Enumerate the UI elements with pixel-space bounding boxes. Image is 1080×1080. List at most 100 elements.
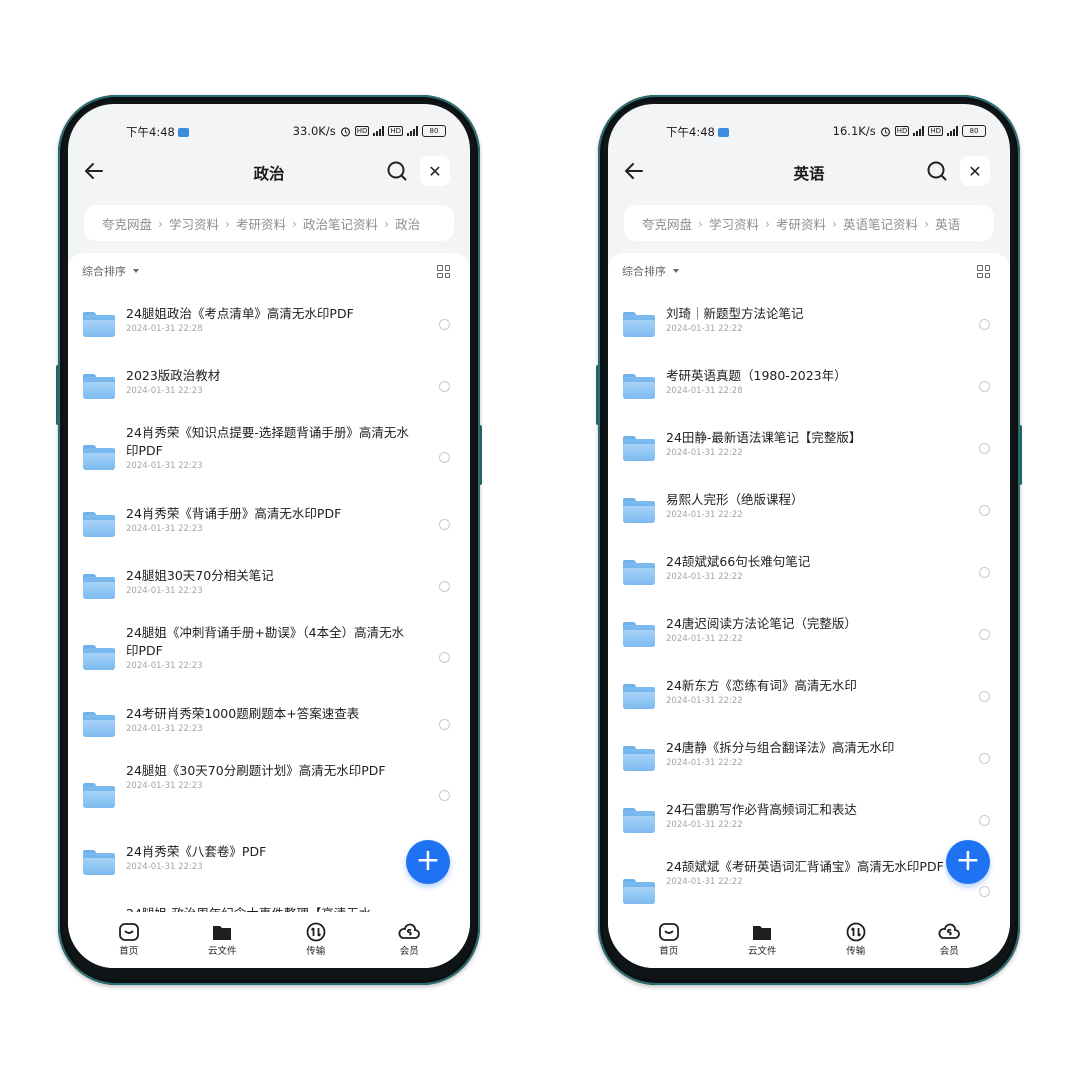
select-radio[interactable]: [979, 814, 990, 826]
battery-icon: 80: [422, 125, 446, 137]
select-radio[interactable]: [439, 789, 450, 801]
close-button[interactable]: ✕: [960, 156, 990, 186]
file-text: 24肖秀荣《背诵手册》高清无水印PDF 2024-01-31 22:23: [126, 505, 414, 534]
file-date: 2024-01-31 22:22: [666, 758, 743, 768]
file-text: 24颉斌斌《考研英语词汇背诵宝》高清无水印PDF 2024-01-31 22:2…: [666, 858, 954, 887]
nav-label: 传输: [306, 946, 326, 957]
list-item[interactable]: 考研英语真题（1980-2023年） 2024-01-31 22:28: [608, 357, 1010, 414]
folder-icon: [83, 644, 115, 670]
select-radio[interactable]: [439, 651, 450, 663]
folder-icon: [83, 373, 115, 399]
select-radio[interactable]: [979, 752, 990, 764]
select-radio[interactable]: [979, 380, 990, 392]
grid-view-icon[interactable]: [437, 265, 450, 278]
folder-icon: [623, 807, 655, 833]
nav-item[interactable]: 传输: [826, 912, 886, 968]
file-name: 24肖秀荣《八套卷》PDF: [126, 844, 267, 859]
list-item[interactable]: 24颉斌斌66句长难句笔记 2024-01-31 22:22: [608, 543, 1010, 600]
nav-label: 首页: [659, 946, 679, 957]
select-radio[interactable]: [439, 518, 450, 530]
folder-icon: [83, 311, 115, 337]
add-button[interactable]: +: [406, 840, 450, 884]
file-date: 2024-01-31 22:23: [126, 724, 203, 734]
search-icon[interactable]: [926, 160, 948, 182]
close-button[interactable]: ✕: [420, 156, 450, 186]
select-radio[interactable]: [439, 451, 450, 463]
breadcrumb-item[interactable]: 学习资料: [169, 214, 219, 233]
breadcrumb-item[interactable]: 政治笔记资料: [303, 214, 378, 233]
file-name: 24石雷鹏写作必背高频词汇和表达: [666, 802, 857, 817]
caret-down-icon: [673, 269, 679, 273]
file-name: 考研英语真题（1980-2023年）: [666, 368, 847, 383]
select-radio[interactable]: [979, 504, 990, 516]
sort-dropdown[interactable]: 综合排序: [82, 265, 139, 278]
select-radio[interactable]: [979, 690, 990, 702]
nav-item[interactable]: 会员: [919, 912, 979, 968]
breadcrumb-item[interactable]: 夸克网盘: [102, 214, 152, 233]
breadcrumb-item[interactable]: 英语笔记资料: [843, 214, 918, 233]
signal-icon: [407, 126, 418, 136]
grid-view-icon[interactable]: [977, 265, 990, 278]
list-item[interactable]: 24田静-最新语法课笔记【完整版】 2024-01-31 22:22: [608, 419, 1010, 476]
list-item[interactable]: 24唐迟阅读方法论笔记（完整版） 2024-01-31 22:22: [608, 605, 1010, 662]
select-radio[interactable]: [979, 566, 990, 578]
select-radio[interactable]: [439, 718, 450, 730]
breadcrumb: 夸克网盘 › 学习资料 › 考研资料 › 英语笔记资料 › 英语: [624, 205, 994, 241]
file-list-panel: 综合排序 24腿姐政治《考点清单》高清无水印PDF 2024-01-31 22:…: [68, 253, 470, 968]
nav-item[interactable]: 云文件: [732, 912, 792, 968]
list-item[interactable]: 24石雷鹏写作必背高频词汇和表达 2024-01-31 22:22: [608, 791, 1010, 848]
select-radio[interactable]: [439, 318, 450, 330]
list-item[interactable]: 24新东方《恋练有词》高清无水印 2024-01-31 22:22: [608, 667, 1010, 724]
select-radio[interactable]: [439, 580, 450, 592]
nav-item[interactable]: 会员: [379, 912, 439, 968]
file-text: 24腿姐30天70分相关笔记 2024-01-31 22:23: [126, 567, 414, 596]
nav-item[interactable]: 首页: [99, 912, 159, 968]
list-item[interactable]: 2023版政治教材 2024-01-31 22:23: [68, 357, 470, 414]
file-text: 24新东方《恋练有词》高清无水印 2024-01-31 22:22: [666, 677, 954, 706]
breadcrumb-item[interactable]: 考研资料: [236, 214, 286, 233]
folder-icon: [623, 683, 655, 709]
add-button[interactable]: +: [946, 840, 990, 884]
breadcrumb-item[interactable]: 考研资料: [776, 214, 826, 233]
search-icon[interactable]: [386, 160, 408, 182]
list-item[interactable]: 24肖秀荣《背诵手册》高清无水印PDF 2024-01-31 22:23: [68, 495, 470, 552]
breadcrumb-item[interactable]: 政治: [395, 214, 420, 233]
page-title: 政治: [253, 165, 285, 183]
list-item[interactable]: 24腿姐《冲刺背诵手册+勘误》（4本全）高清无水印PDF 2024-01-31 …: [68, 619, 470, 694]
list-item[interactable]: 24唐静《拆分与组合翻译法》高清无水印 2024-01-31 22:22: [608, 729, 1010, 786]
home-icon: [118, 922, 140, 942]
file-name: 24新东方《恋练有词》高清无水印: [666, 678, 857, 693]
list-item[interactable]: 24腿姐30天70分相关笔记 2024-01-31 22:23: [68, 557, 470, 614]
folder-icon: [623, 878, 655, 904]
file-name: 24腿姐政治《考点清单》高清无水印PDF: [126, 306, 354, 321]
select-radio[interactable]: [979, 885, 990, 897]
select-radio[interactable]: [979, 628, 990, 640]
select-radio[interactable]: [439, 380, 450, 392]
nav-item[interactable]: 首页: [639, 912, 699, 968]
plus-icon: +: [955, 843, 981, 878]
file-name: 24考研肖秀荣1000题刷题本+答案速查表: [126, 706, 360, 721]
folder-icon: [83, 444, 115, 470]
select-radio[interactable]: [979, 318, 990, 330]
file-name: 易熙人完形（绝版课程）: [666, 492, 804, 507]
nav-item[interactable]: 传输: [286, 912, 346, 968]
file-text: 24肖秀荣《八套卷》PDF 2024-01-31 22:23: [126, 843, 414, 872]
list-item[interactable]: 刘琦｜新题型方法论笔记 2024-01-31 22:22: [608, 295, 1010, 352]
sort-dropdown[interactable]: 综合排序: [622, 265, 679, 278]
file-date: 2024-01-31 22:22: [666, 448, 743, 458]
list-item[interactable]: 24考研肖秀荣1000题刷题本+答案速查表 2024-01-31 22:23: [68, 695, 470, 752]
nav-item[interactable]: 云文件: [192, 912, 252, 968]
folder-icon: [623, 373, 655, 399]
select-radio[interactable]: [979, 442, 990, 454]
breadcrumb-item[interactable]: 夸克网盘: [642, 214, 692, 233]
breadcrumb-item[interactable]: 学习资料: [709, 214, 759, 233]
breadcrumb-item[interactable]: 英语: [935, 214, 960, 233]
vip-icon: [938, 922, 961, 942]
list-item[interactable]: 24肖秀荣《知识点提要-选择题背诵手册》高清无水印PDF 2024-01-31 …: [68, 419, 470, 494]
list-item[interactable]: 易熙人完形（绝版课程） 2024-01-31 22:22: [608, 481, 1010, 538]
folder-icon: [83, 849, 115, 875]
hd-icon: HD: [928, 126, 943, 136]
top-bar: 政治 ✕: [68, 152, 470, 190]
list-item[interactable]: 24腿姐《30天70分刷题计划》高清无水印PDF 2024-01-31 22:2…: [68, 757, 470, 832]
list-item[interactable]: 24腿姐政治《考点清单》高清无水印PDF 2024-01-31 22:28: [68, 295, 470, 352]
